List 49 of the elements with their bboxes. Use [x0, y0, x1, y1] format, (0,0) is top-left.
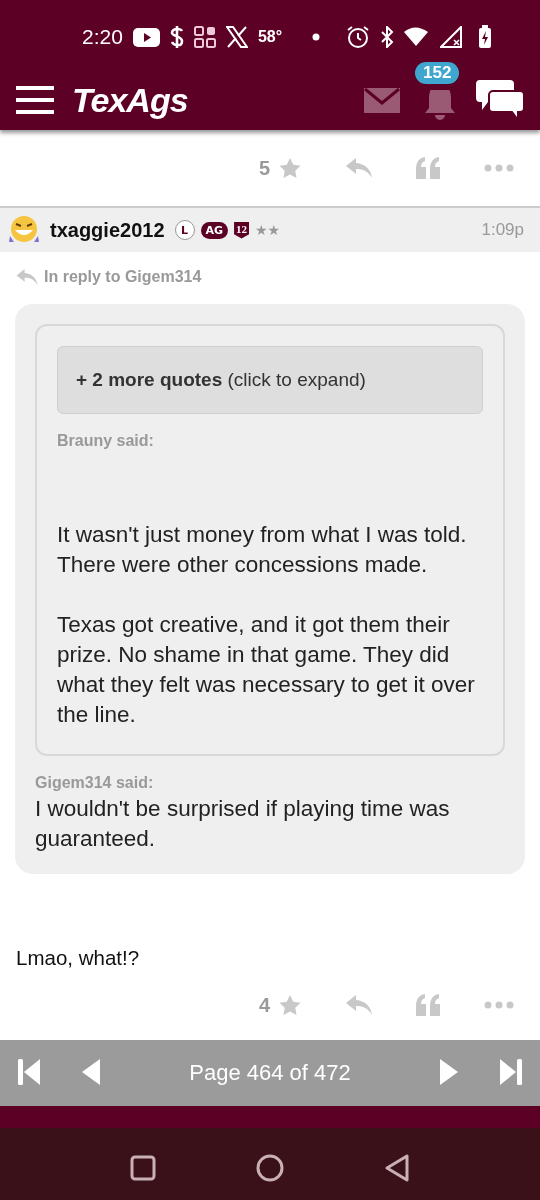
quote-author: Brauny said:	[57, 432, 155, 450]
chat-icon[interactable]	[476, 80, 524, 120]
grid-icon	[193, 26, 216, 48]
x-icon	[225, 26, 248, 48]
more-icon[interactable]	[484, 164, 514, 172]
wifi-icon	[404, 27, 431, 47]
site-logo[interactable]: TexAgs	[72, 80, 188, 120]
star-icon[interactable]	[278, 993, 302, 1017]
home-icon[interactable]	[256, 1154, 284, 1182]
expand-quotes-button[interactable]: + 2 more quotes (click to expand)	[57, 346, 483, 414]
user-badge: AG	[200, 221, 229, 239]
status-time: 2:20	[82, 25, 123, 49]
quote-icon[interactable]	[416, 157, 440, 179]
quote-icon[interactable]	[416, 994, 440, 1016]
dollar-icon	[169, 26, 184, 48]
star-count: 5	[258, 156, 270, 180]
quote-text: Texas got creative, and it got them their prize. No shame in that game. They did what they felt was necessary to get it over the line.	[57, 611, 476, 729]
post-text: Lmao, what!?	[15, 945, 141, 970]
page-indicator: Page 464 of 472	[188, 1060, 352, 1086]
previous-page-button[interactable]	[82, 1058, 100, 1088]
quote-text: It wasn't just money from what I was told. There were other concessions made.	[57, 521, 468, 579]
video-app-icon	[132, 27, 160, 47]
star-icon[interactable]	[278, 156, 302, 180]
last-page-button[interactable]	[500, 1058, 522, 1088]
dot-icon	[312, 33, 321, 41]
star-count: 4	[258, 993, 270, 1017]
back-icon[interactable]	[384, 1154, 410, 1182]
username[interactable]: txaggie2012	[50, 218, 165, 242]
status-temperature: 58°	[257, 28, 283, 46]
reply-icon	[16, 269, 38, 285]
next-page-button[interactable]	[440, 1058, 458, 1088]
bluetooth-icon	[380, 26, 395, 48]
recents-icon[interactable]	[130, 1155, 156, 1181]
quote-author: Gigem314 said:	[35, 774, 155, 792]
mail-icon[interactable]	[364, 87, 400, 113]
reply-icon[interactable]	[346, 158, 372, 178]
user-badge: 12	[234, 221, 250, 239]
battery-icon	[478, 25, 493, 49]
notification-badge: 152	[415, 62, 460, 84]
reply-icon[interactable]	[346, 995, 372, 1015]
signal-icon	[440, 26, 463, 48]
rank-stars: ★★	[255, 222, 281, 238]
more-icon[interactable]	[484, 1001, 514, 1009]
quote-text: I wouldn't be surprised if playing time was guaranteed.	[35, 795, 451, 853]
first-page-button[interactable]	[18, 1058, 40, 1088]
alarm-icon	[346, 25, 371, 49]
post-time: 1:09p	[481, 220, 524, 240]
menu-icon[interactable]	[16, 86, 54, 114]
user-badge: L	[174, 220, 195, 240]
